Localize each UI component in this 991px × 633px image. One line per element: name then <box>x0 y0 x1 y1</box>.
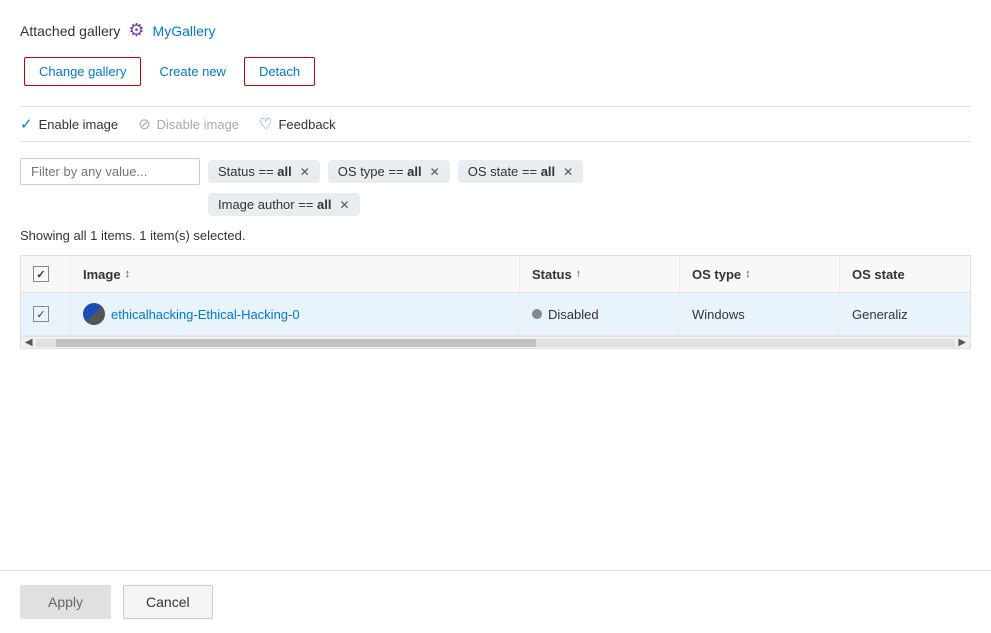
filter-chip-ostype: OS type == all ✕ <box>328 160 450 183</box>
chip-ostype-label: OS type == all <box>338 164 422 179</box>
filter-row: Status == all ✕ OS type == all ✕ OS stat… <box>20 158 971 185</box>
th-status-label: Status <box>532 267 572 282</box>
filter-chip-author: Image author == all ✕ <box>208 193 360 216</box>
image-icon <box>83 303 105 325</box>
horizontal-scrollbar[interactable]: ◀ ▶ <box>21 336 970 348</box>
footer: Apply Cancel <box>0 570 991 633</box>
cancel-button[interactable]: Cancel <box>123 585 213 619</box>
change-gallery-button[interactable]: Change gallery <box>24 57 141 86</box>
table-header: ✓ Image ↕ Status ↑ OS type ↕ OS state <box>21 256 970 293</box>
gallery-label: Attached gallery <box>20 23 120 39</box>
scrollbar-thumb[interactable] <box>56 339 536 347</box>
chip-status-label: Status == all <box>218 164 292 179</box>
th-image: Image ↕ <box>71 256 520 292</box>
filter-chip-osstate: OS state == all ✕ <box>458 160 584 183</box>
th-image-label: Image <box>83 267 121 282</box>
detach-button[interactable]: Detach <box>244 57 315 86</box>
table-row: ✓ ethicalhacking-Ethical-Hacking-0 Disab… <box>21 293 970 336</box>
th-ostype: OS type ↕ <box>680 256 840 292</box>
actions-row: Change gallery Create new Detach <box>24 57 971 86</box>
th-image-sort-icon[interactable]: ↕ <box>125 268 131 280</box>
td-status: Disabled <box>520 293 680 335</box>
td-osstate-value: Generaliz <box>852 307 908 322</box>
feedback-button[interactable]: ♡ Feedback <box>259 115 336 133</box>
enable-image-label: Enable image <box>39 117 119 132</box>
chip-osstate-close[interactable]: ✕ <box>563 165 573 179</box>
create-new-button[interactable]: Create new <box>145 58 239 85</box>
gallery-icon: ⚙ <box>128 20 144 41</box>
th-checkbox: ✓ <box>21 256 71 292</box>
td-status-value: Disabled <box>548 307 599 322</box>
enable-image-button[interactable]: ✓ Enable image <box>20 115 118 133</box>
filter-row-2: Image author == all ✕ <box>20 193 971 216</box>
chip-author-label: Image author == all <box>218 197 331 212</box>
circle-slash-icon: ⊘ <box>138 115 151 133</box>
chip-osstate-label: OS state == all <box>468 164 555 179</box>
filter-input[interactable] <box>20 158 200 185</box>
th-status-sort-icon[interactable]: ↑ <box>576 268 582 280</box>
td-image: ethicalhacking-Ethical-Hacking-0 <box>71 293 520 335</box>
heart-icon: ♡ <box>259 115 272 133</box>
scroll-left-arrow[interactable]: ◀ <box>21 337 36 349</box>
td-ostype: Windows <box>680 293 840 335</box>
gallery-name-link[interactable]: MyGallery <box>153 23 216 39</box>
chip-ostype-close[interactable]: ✕ <box>430 165 440 179</box>
disable-image-label: Disable image <box>157 117 239 132</box>
toolbar-row: ✓ Enable image ⊘ Disable image ♡ Feedbac… <box>20 106 971 142</box>
image-name-link[interactable]: ethicalhacking-Ethical-Hacking-0 <box>111 307 300 322</box>
th-ostype-sort-icon[interactable]: ↕ <box>745 268 751 280</box>
td-ostype-value: Windows <box>692 307 745 322</box>
th-status: Status ↑ <box>520 256 680 292</box>
check-icon: ✓ <box>20 115 33 133</box>
table-container: ✓ Image ↕ Status ↑ OS type ↕ OS state ✓ <box>20 255 971 349</box>
chip-status-close[interactable]: ✕ <box>300 165 310 179</box>
header-checkbox[interactable]: ✓ <box>33 266 49 282</box>
row-checkbox[interactable]: ✓ <box>33 306 49 322</box>
td-checkbox: ✓ <box>21 293 71 335</box>
chip-author-close[interactable]: ✕ <box>339 198 349 212</box>
th-osstate-label: OS state <box>852 267 905 282</box>
gallery-row: Attached gallery ⚙ MyGallery <box>20 20 971 41</box>
scrollbar-track[interactable] <box>36 339 954 347</box>
th-ostype-label: OS type <box>692 267 741 282</box>
status-text: Showing all 1 items. 1 item(s) selected. <box>20 228 971 243</box>
disable-image-button[interactable]: ⊘ Disable image <box>138 115 239 133</box>
apply-button[interactable]: Apply <box>20 585 111 619</box>
feedback-label: Feedback <box>278 117 335 132</box>
th-osstate: OS state <box>840 256 970 292</box>
status-dot-icon <box>532 309 542 319</box>
scroll-right-arrow[interactable]: ▶ <box>955 337 970 349</box>
filter-chip-status: Status == all ✕ <box>208 160 320 183</box>
td-osstate: Generaliz <box>840 293 970 335</box>
